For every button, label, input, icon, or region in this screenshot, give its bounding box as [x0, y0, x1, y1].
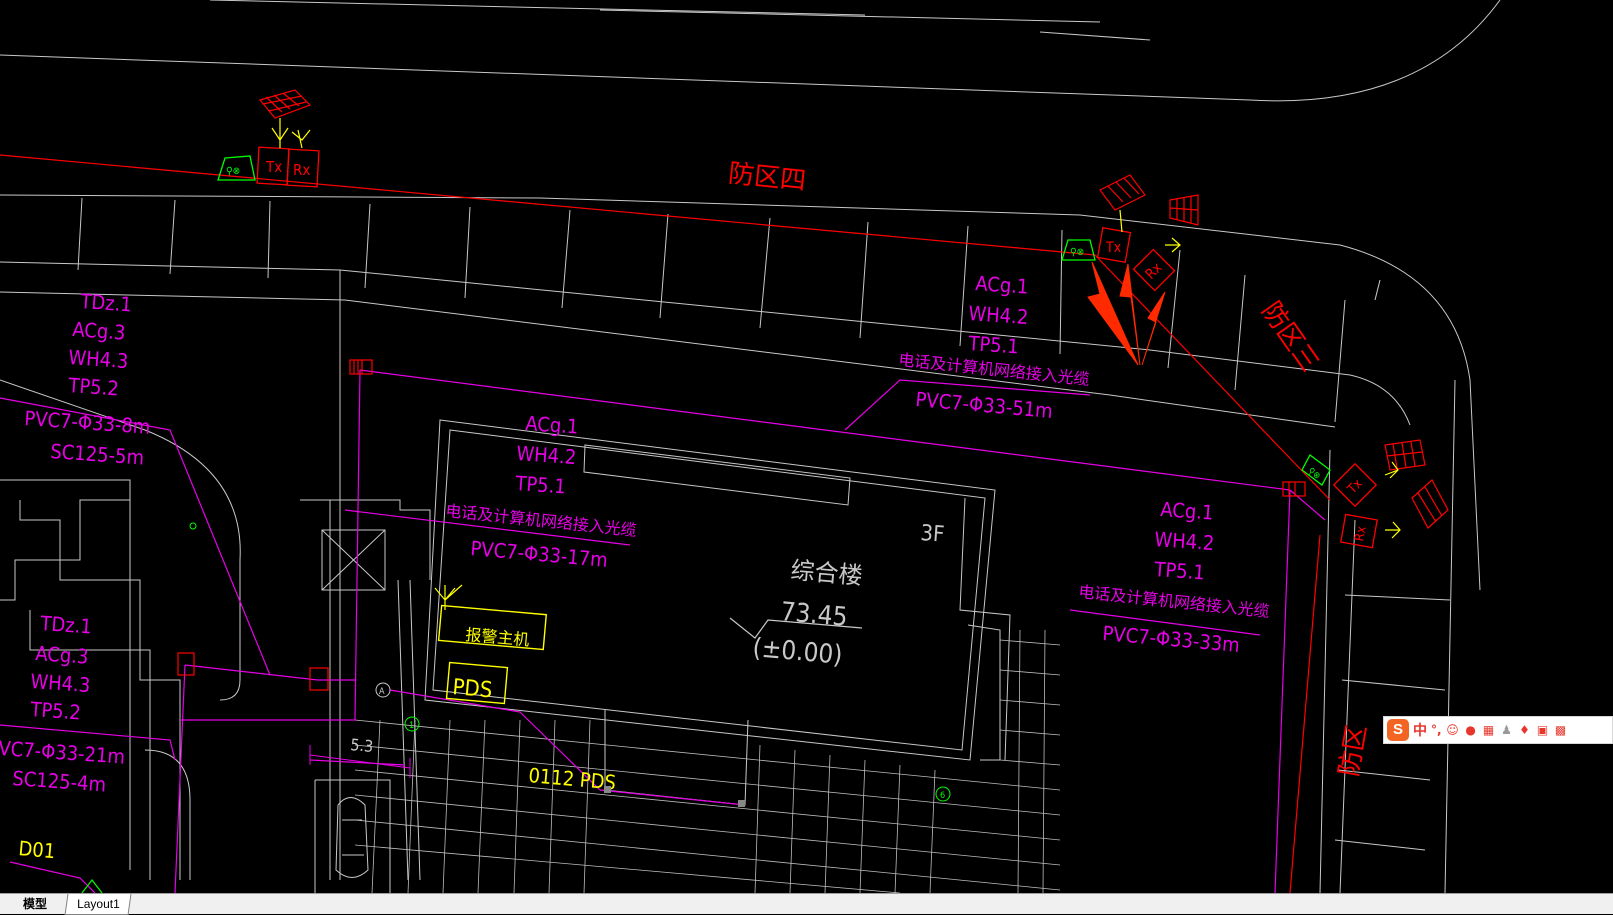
cable-text: TP5.2	[67, 373, 120, 401]
grid-bubble-a: A	[379, 687, 385, 697]
cable-text: WH4.2	[516, 441, 577, 469]
cable-block-left-bottom: TDz.1 ACg.3 WH4.3 TP5.2 VC7-Φ33-21m SC12…	[0, 611, 126, 797]
zone-label-3: 防区三	[1255, 296, 1324, 377]
cable-text: WH4.2	[1154, 527, 1215, 555]
building-labels: 3F 综合楼 73.45 (±0.00)	[751, 521, 945, 671]
user-icon[interactable]: ♟	[1500, 723, 1514, 737]
pds-box-label: PDS	[451, 675, 493, 703]
tx-label: Tx	[1344, 476, 1365, 497]
site-linework	[0, 0, 1501, 893]
zone-label-2: 防区	[1334, 723, 1373, 779]
ime-mode-toggle[interactable]: 中	[1413, 720, 1427, 740]
alarm-host-label: 报警主机	[465, 625, 530, 650]
pds-cable-label: 0112 PDS	[528, 763, 617, 795]
keyboard-icon[interactable]: ▦	[1482, 723, 1496, 737]
cable-text: TP5.2	[29, 697, 82, 725]
ime-punct-toggle[interactable]: °,	[1431, 723, 1442, 737]
zone-label-4: 防区四	[727, 159, 808, 197]
relative-elevation: (±0.00)	[751, 633, 843, 671]
cable-text: ACg.3	[35, 641, 90, 669]
dimension: 5.3	[309, 735, 411, 778]
cable-text: TDz.1	[79, 289, 133, 317]
rx-label: Rx	[293, 161, 310, 179]
grid-icon[interactable]: ▩	[1554, 723, 1568, 737]
microphone-icon[interactable]: ●	[1464, 723, 1478, 737]
toolbox-icon[interactable]: ▣	[1536, 723, 1550, 737]
sensor-symbol: ⚲⊗	[1306, 466, 1322, 482]
ime-toolbar[interactable]: S 中 °, ☺ ● ▦ ♟ ♦ ▣ ▩	[1383, 716, 1613, 744]
cable-text: PVC7-Φ33-51m	[915, 387, 1054, 423]
cable-text: TDz.1	[39, 611, 93, 639]
cable-block-center: ACg.1 WH4.2 TP5.1 电话及计算机网络接入光缆 PVC7-Φ33-…	[445, 411, 638, 572]
tab-layout1-label: Layout1	[76, 897, 120, 911]
tx-label: Tx	[265, 158, 282, 176]
cable-text: PVC7-Φ33-8m	[24, 406, 152, 439]
cable-text: WH4.3	[30, 669, 91, 697]
cable-text: TP5.1	[514, 471, 567, 499]
cable-text: PVC7-Φ33-33m	[1102, 621, 1241, 657]
building-name: 综合楼	[789, 556, 863, 590]
sogou-logo-icon[interactable]: S	[1387, 719, 1409, 741]
grid-bubble-1: 1	[409, 721, 414, 731]
detector-group-1: Tx Rx ⚲⊗	[217, 89, 320, 188]
cable-text: SC125-5m	[50, 439, 145, 469]
cable-text: ACg.1	[525, 411, 580, 439]
cable-text: SC125-4m	[12, 766, 107, 796]
cable-block-upper-right: ACg.1 WH4.2 TP5.1 电话及计算机网络接入光缆 PVC7-Φ33-…	[898, 271, 1091, 423]
grid-bubble-6: 6	[940, 791, 945, 801]
rx-label: Rx	[1352, 525, 1369, 542]
dimension-text: 5.3	[350, 735, 374, 756]
rx-label: Rx	[1143, 260, 1166, 283]
emoji-icon[interactable]: ☺	[1446, 723, 1460, 737]
skin-icon[interactable]: ♦	[1518, 723, 1532, 737]
sensor-symbol: ⚲⊗	[1070, 247, 1084, 258]
floor-count: 3F	[920, 521, 946, 548]
cable-text: WH4.3	[68, 345, 129, 373]
cable-text: ACg.1	[975, 271, 1030, 299]
sensor-symbol: ⚲⊗	[226, 166, 240, 177]
cable-block-left-top: TDz.1 ACg.3 WH4.3 TP5.2 PVC7-Φ33-8m SC12…	[24, 289, 152, 470]
d01-label: D01	[18, 836, 57, 863]
tx-label: Tx	[1105, 240, 1122, 256]
cable-text: TP5.1	[967, 331, 1020, 359]
tab-model[interactable]: 模型	[12, 894, 58, 914]
cable-text: PVC7-Φ33-17m	[470, 536, 609, 572]
cable-text: ACg.3	[72, 317, 127, 345]
cad-drawing-canvas[interactable]: Tx Rx ⚲⊗ Tx Rx ⚲⊗ Tx Rx ⚲⊗ 防区四 防区三 防区 TD…	[0, 0, 1613, 893]
cable-text: TP5.1	[1153, 557, 1206, 585]
elevation-value: 73.45	[779, 597, 848, 633]
layout-tab-bar: 模型 Layout1	[0, 893, 1613, 915]
perimeter-beam	[0, 154, 1331, 893]
cable-text: ACg.1	[1160, 497, 1215, 525]
cable-text: WH4.2	[968, 301, 1029, 329]
tab-layout1[interactable]: Layout1	[64, 894, 132, 915]
cable-text: VC7-Φ33-21m	[0, 736, 126, 769]
